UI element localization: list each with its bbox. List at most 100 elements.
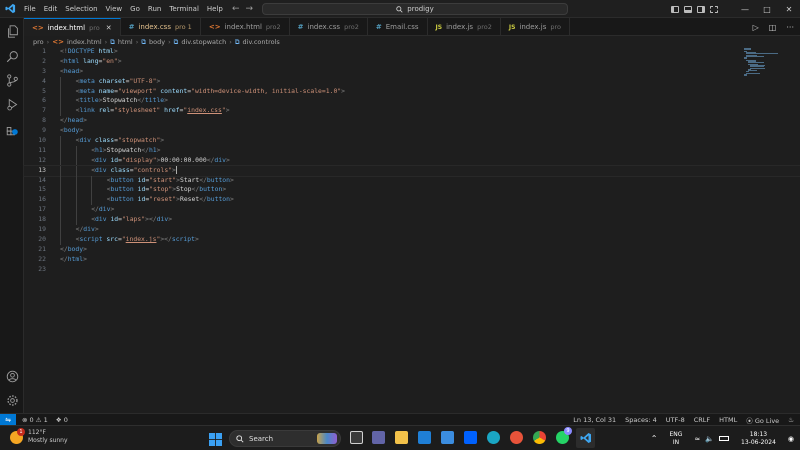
notification-center-icon[interactable]: ◉ (788, 435, 794, 443)
breadcrumb-folder[interactable]: pro (33, 38, 44, 46)
code-editor[interactable]: 1 <!DOCTYPE html> 2 <html lang="en"> 3 <head>… (23, 47, 800, 275)
breadcrumb-div-stopwatch[interactable]: div.stopwatch (181, 38, 226, 46)
code-line[interactable]: 3 <head> (24, 67, 800, 77)
code-line[interactable]: 17 </div> (24, 205, 800, 216)
chrome-icon[interactable] (533, 431, 546, 444)
code-line[interactable]: 20 <script src="index.js"></script> (24, 234, 800, 245)
breadcrumb-div-controls[interactable]: div.controls (243, 38, 280, 46)
battery-icon[interactable] (719, 436, 730, 441)
customize-layout-icon[interactable] (710, 5, 718, 13)
code-line[interactable]: 15 <button id="stop">Stop</button> (24, 185, 800, 196)
breadcrumb-html[interactable]: html (118, 38, 133, 46)
edge-icon[interactable] (487, 431, 500, 444)
editor-tab[interactable]: JS index.js pro (501, 18, 571, 36)
run-file-icon[interactable]: ▷ (753, 23, 759, 32)
end-of-line[interactable]: CRLF (694, 416, 710, 424)
editor-tab[interactable]: # index.css pro 1 (121, 18, 201, 36)
code-line[interactable]: 13 <div class="controls"> (23, 164, 800, 177)
toggle-panel-icon[interactable] (684, 5, 692, 13)
breadcrumb-body[interactable]: body (149, 38, 165, 46)
go-live-button[interactable]: ⦿ Go Live (746, 415, 779, 425)
code-line[interactable]: 4 <meta charset="UTF-8"> (24, 76, 800, 87)
teams-icon[interactable] (372, 431, 385, 444)
source-control-icon[interactable] (4, 72, 20, 88)
close-icon[interactable]: ✕ (778, 5, 800, 14)
html-file-icon: <> (208, 23, 221, 31)
code-line[interactable]: 9 <body> (24, 126, 800, 136)
code-line[interactable]: 18 <div id="laps"></div> (24, 215, 800, 226)
problems-indicator[interactable]: ⊗ 0 ⚠ 1 (22, 416, 48, 424)
menu-terminal[interactable]: Terminal (165, 0, 203, 18)
wifi-icon[interactable]: ≈ (694, 435, 700, 443)
code-line[interactable]: 12 <div id="display">00:00:00.000</div> (24, 155, 800, 166)
breadcrumb-file[interactable]: index.html (67, 38, 102, 46)
show-hidden-icons-icon[interactable]: ⌃ (651, 434, 658, 443)
mail-icon[interactable] (418, 431, 431, 444)
remote-indicator-icon[interactable]: ⇋ (0, 413, 16, 426)
language-mode[interactable]: HTML (719, 416, 737, 424)
account-icon[interactable] (4, 368, 20, 384)
maximize-icon[interactable]: □ (756, 5, 778, 14)
notifications-bell-icon[interactable]: ♨ (788, 416, 794, 424)
code-line[interactable]: 19 </div> (24, 225, 800, 235)
code-line[interactable]: 7 <link rel="stylesheet" href="index.css"… (24, 106, 800, 117)
code-line[interactable]: 8 </head> (24, 116, 800, 126)
editor-tab[interactable]: <> index.html pro ✕ (24, 18, 121, 36)
code-line[interactable]: 23 (24, 265, 800, 275)
volume-icon[interactable]: 🔈 (705, 435, 714, 443)
menu-go[interactable]: Go (126, 0, 144, 18)
run-and-debug-icon[interactable] (4, 96, 20, 112)
code-line[interactable]: 6 <title>Stopwatch</title> (24, 96, 800, 107)
code-line[interactable]: 1 <!DOCTYPE html> (24, 47, 800, 57)
editor-tab[interactable]: <> index.html pro2 (201, 18, 290, 36)
menu-selection[interactable]: Selection (61, 0, 101, 18)
ports-indicator[interactable]: ❖ 0 (56, 416, 68, 424)
file-explorer-icon[interactable] (395, 431, 408, 444)
code-line[interactable]: 21 </body> (24, 245, 800, 255)
office-icon[interactable] (510, 431, 523, 444)
command-center-search[interactable]: prodigy (262, 3, 568, 15)
code-line[interactable]: 16 <button id="reset">Reset</button> (24, 195, 800, 206)
menu-file[interactable]: File (20, 0, 40, 18)
minimize-icon[interactable]: — (734, 5, 756, 14)
dropbox-icon[interactable] (464, 431, 477, 444)
more-actions-icon[interactable]: ··· (786, 23, 794, 32)
code-line[interactable]: 11 <h1>Stopwatch</h1> (24, 145, 800, 156)
code-line[interactable]: 10 <div class="stopwatch"> (24, 136, 800, 146)
input-language[interactable]: ENG IN (669, 431, 682, 447)
forward-arrow-icon[interactable]: → (246, 4, 254, 14)
encoding[interactable]: UTF-8 (666, 416, 685, 424)
code-line[interactable]: 2 <html lang="en"> (24, 57, 800, 67)
close-tab-icon[interactable]: ✕ (106, 24, 112, 32)
cursor-position[interactable]: Ln 13, Col 31 (573, 416, 616, 424)
split-editor-icon[interactable]: ◫ (769, 23, 777, 32)
menu-edit[interactable]: Edit (40, 0, 62, 18)
menu-view[interactable]: View (102, 0, 127, 18)
explorer-icon[interactable] (4, 23, 20, 39)
editor-tab[interactable]: JS index.js pro2 (428, 18, 501, 36)
minimap[interactable] (744, 48, 780, 78)
code-line[interactable]: 5 <meta name="viewport" content="width=de… (24, 86, 800, 97)
start-windows-icon[interactable] (209, 431, 222, 446)
vscode-logo-icon[interactable] (0, 0, 20, 18)
menu-help[interactable]: Help (203, 0, 227, 18)
menu-run[interactable]: Run (144, 0, 165, 18)
toggle-secondary-sidebar-icon[interactable] (697, 5, 705, 13)
toggle-primary-sidebar-icon[interactable] (671, 5, 679, 13)
weather-widget[interactable]: 1 112°F Mostly sunny (10, 427, 68, 445)
store-icon[interactable] (441, 431, 454, 444)
back-arrow-icon[interactable]: ← (232, 4, 240, 14)
whatsapp-icon[interactable]: 9 (556, 427, 572, 444)
extensions-icon[interactable] (4, 121, 20, 137)
task-view-icon[interactable] (350, 431, 363, 444)
manage-gear-icon[interactable] (4, 392, 20, 408)
editor-tab[interactable]: # Email.css (368, 18, 428, 36)
indentation[interactable]: Spaces: 4 (625, 416, 657, 424)
vscode-taskbar-icon[interactable] (576, 428, 595, 448)
taskbar-search[interactable]: Search (229, 430, 341, 447)
editor-tab[interactable]: # index.css pro2 (290, 18, 368, 36)
code-line[interactable]: 14 <button id="start">Start</button> (24, 175, 800, 186)
clock[interactable]: 18:13 13-06-2024 (741, 431, 776, 447)
code-line[interactable]: 22 </html> (24, 255, 800, 265)
search-view-icon[interactable] (4, 48, 20, 64)
